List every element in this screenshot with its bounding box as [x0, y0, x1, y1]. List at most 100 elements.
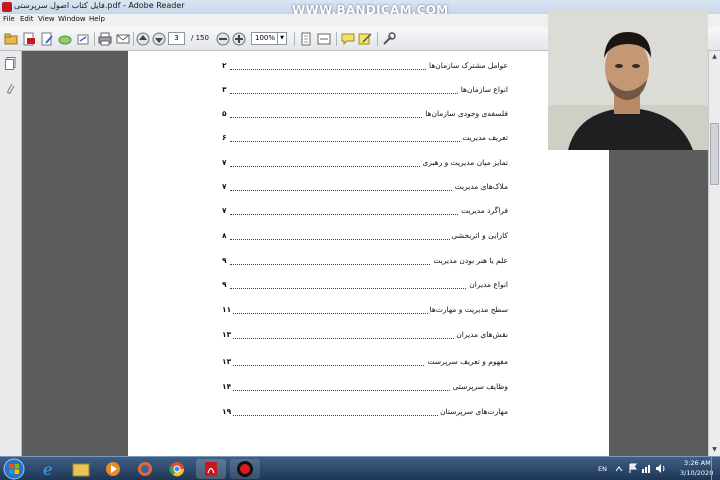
toc-title: انواع سازمان‌ها	[458, 85, 508, 94]
create-pdf-icon[interactable]	[22, 32, 36, 46]
navigation-panel	[0, 51, 22, 456]
toolbar-separator	[377, 32, 378, 46]
toc-entry[interactable]: ۹ انواع مدیران	[222, 280, 508, 294]
toc-title: عوامل مشترک سازمان‌ها	[427, 61, 508, 70]
toc-entry[interactable]: ۱۱ سطح مدیریت و مهارت‌ها	[222, 305, 508, 319]
toc-entry[interactable]: ۱۳ نقش‌های مدیران	[222, 330, 508, 344]
pages-icon[interactable]	[5, 57, 16, 70]
scroll-down-icon[interactable]: ▼	[710, 445, 719, 454]
toc-page-number: ۹	[222, 280, 229, 289]
scroll-thumb[interactable]	[710, 123, 719, 185]
toolbar-separator	[133, 32, 134, 46]
svg-text:e: e	[43, 460, 52, 479]
toc-page-number: ۷	[222, 158, 229, 167]
show-desktop-button[interactable]	[711, 457, 720, 480]
toc-title: مفهوم و تعریف سرپرست	[425, 357, 508, 366]
toc-entry[interactable]: ۹ علم یا هنر بودن مدیریت	[222, 256, 508, 270]
toc-entry[interactable]: ۲ عوامل مشترک سازمان‌ها	[222, 61, 508, 75]
cloud-icon[interactable]	[58, 32, 72, 46]
toc-entry[interactable]: ۳ انواع سازمان‌ها	[222, 85, 508, 99]
network-icon[interactable]	[641, 463, 652, 474]
menu-help[interactable]: Help	[89, 15, 105, 23]
toc-title: تعریف مدیریت	[460, 133, 508, 142]
page-number-input[interactable]: 3	[168, 32, 185, 45]
toc-title: فراگرد مدیریت	[459, 206, 508, 215]
toc-page-number: ۷	[222, 206, 229, 215]
toc-entry[interactable]: ۶ تعریف مدیریت	[222, 133, 508, 147]
toolbar-separator	[336, 32, 337, 46]
menu-view[interactable]: View	[38, 15, 55, 23]
toc-title: انواع مدیران	[467, 280, 508, 289]
taskbar: e EN 3:26 AM 3/10/2020	[0, 456, 720, 480]
toc-page-number: ۷	[222, 182, 229, 191]
window-title: فایل کتاب اصول سرپرستی.pdf - Adobe Reade…	[14, 1, 185, 10]
toc-entry[interactable]: ۷ فراگرد مدیریت	[222, 206, 508, 220]
toc-entry[interactable]: ۷ ملاک‌های مدیریت	[222, 182, 508, 196]
open-icon[interactable]	[4, 32, 18, 46]
media-player-icon[interactable]	[98, 459, 128, 479]
menu-window[interactable]: Window	[58, 15, 86, 23]
toc-entry[interactable]: ۱۴ وظایف سرپرستی	[222, 382, 508, 396]
toc-page-number: ۵	[222, 109, 229, 118]
clock-date[interactable]: 3/10/2020	[680, 469, 713, 477]
toc-entry[interactable]: ۷ تمایز میان مدیریت و رهبری	[222, 158, 508, 172]
edit-pdf-icon[interactable]	[40, 32, 54, 46]
zoom-in-icon[interactable]	[232, 32, 246, 46]
share-icon[interactable]	[76, 32, 90, 46]
webcam-overlay	[548, 10, 708, 150]
start-button-icon[interactable]	[2, 458, 26, 480]
toc-entry[interactable]: ۱۹ مهارت‌های سرپرستان	[222, 407, 508, 421]
toc-page-number: ۶	[222, 133, 229, 142]
toc-title: نقش‌های مدیران	[454, 330, 508, 339]
language-indicator[interactable]: EN	[598, 465, 607, 473]
clock-time[interactable]: 3:26 AM	[684, 459, 711, 467]
internet-explorer-icon[interactable]: e	[34, 459, 64, 479]
toc-entry[interactable]: ۱۳ مفهوم و تعریف سرپرست	[222, 357, 508, 371]
toc-page-number: ۸	[222, 231, 229, 240]
tools-icon[interactable]	[382, 32, 396, 46]
toc-title: علم یا هنر بودن مدیریت	[431, 256, 508, 265]
next-page-icon[interactable]	[152, 32, 166, 46]
adobe-reader-taskbar-icon[interactable]	[196, 459, 226, 479]
toc-entry[interactable]: ۸ کارایی و اثربخشی	[222, 231, 508, 245]
bandicam-record-icon[interactable]	[230, 459, 260, 479]
toc-title: ملاک‌های مدیریت	[452, 182, 508, 191]
fit-width-icon[interactable]	[317, 32, 331, 46]
firefox-icon[interactable]	[130, 459, 160, 479]
fit-page-icon[interactable]	[299, 32, 313, 46]
toolbar-separator	[94, 32, 95, 46]
email-icon[interactable]	[116, 32, 130, 46]
print-icon[interactable]	[98, 32, 112, 46]
toc-page-number: ۱۳	[222, 357, 234, 366]
pdf-page: ۲ عوامل مشترک سازمان‌ها ۳ انواع سازمان‌ها …	[128, 51, 609, 456]
toc-page-number: ۱۱	[222, 305, 234, 314]
chrome-icon[interactable]	[162, 459, 192, 479]
zoom-out-icon[interactable]	[216, 32, 230, 46]
toc-page-number: ۲	[222, 61, 229, 70]
toc-title: سطح مدیریت و مهارت‌ها	[427, 305, 508, 314]
zoom-select[interactable]: 100% ▼	[251, 32, 287, 45]
comment-icon[interactable]	[341, 32, 355, 46]
volume-icon[interactable]	[655, 463, 666, 474]
sign-icon[interactable]	[358, 32, 372, 46]
toc-page-number: ۱۳	[222, 330, 234, 339]
toc-page-number: ۳	[222, 85, 229, 94]
attachment-icon[interactable]	[5, 82, 16, 95]
menu-edit[interactable]: Edit	[20, 15, 34, 23]
toc-page-number: ۹	[222, 256, 229, 265]
presenter-photo	[548, 10, 708, 150]
vertical-scrollbar[interactable]: ▲ ▼	[708, 51, 720, 456]
toc-entry[interactable]: ۵ فلسفه‌ی وجودی سازمان‌ها	[222, 109, 508, 123]
show-hidden-icons-icon[interactable]	[614, 464, 624, 474]
toolbar-separator	[294, 32, 295, 46]
toc-page-number: ۱۴	[222, 382, 234, 391]
toc-title: وظایف سرپرستی	[450, 382, 508, 391]
menu-file[interactable]: File	[3, 15, 15, 23]
adobe-reader-icon	[2, 2, 12, 12]
flag-icon[interactable]	[628, 463, 638, 474]
toc-page-number: ۱۹	[222, 407, 234, 416]
previous-page-icon[interactable]	[136, 32, 150, 46]
scroll-up-icon[interactable]: ▲	[710, 52, 719, 61]
chevron-down-icon[interactable]: ▼	[277, 33, 286, 44]
file-explorer-icon[interactable]	[66, 459, 96, 479]
